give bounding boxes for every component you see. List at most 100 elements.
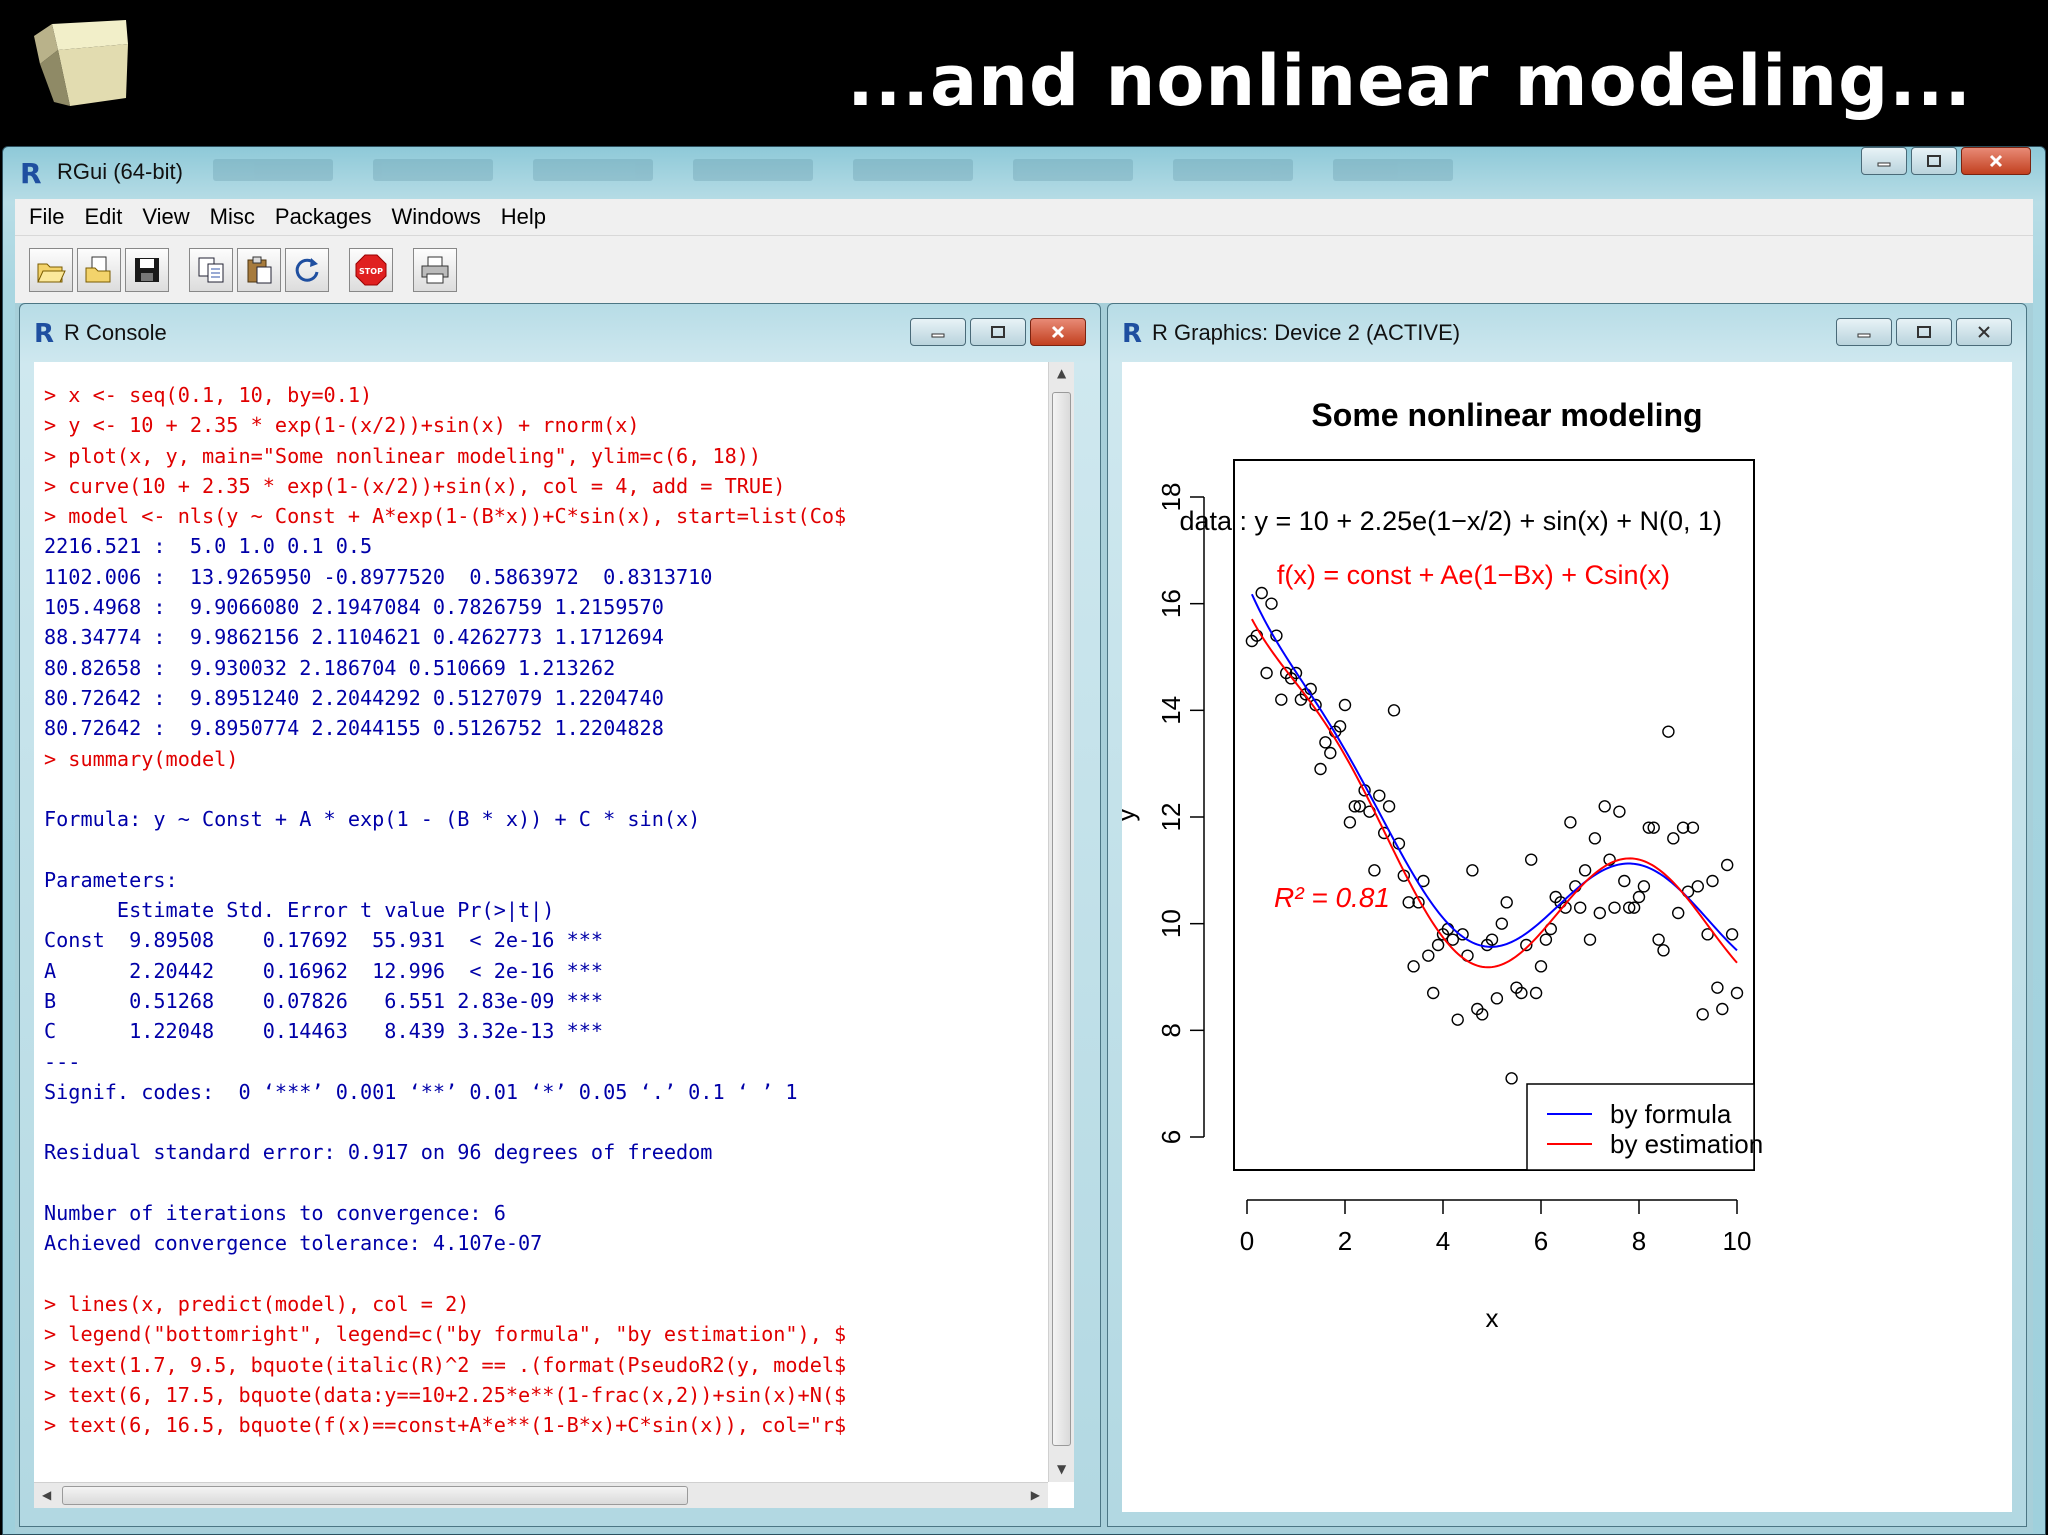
data-point bbox=[1343, 816, 1357, 829]
close-button[interactable] bbox=[1961, 147, 2031, 175]
paste-button[interactable] bbox=[237, 247, 281, 292]
close-icon bbox=[1051, 325, 1065, 339]
console-output-line: 80.82658 : 9.930032 2.186704 0.510669 1.… bbox=[44, 655, 616, 680]
r-logo-icon: R bbox=[1122, 319, 1142, 346]
svg-text:R: R bbox=[20, 157, 42, 187]
y-axis-label: y bbox=[1122, 809, 1140, 822]
window-controls bbox=[1861, 147, 2031, 175]
data-point bbox=[1691, 880, 1704, 893]
y-tick-label: 6 bbox=[1156, 1130, 1186, 1144]
console-horizontal-thumb[interactable] bbox=[62, 1486, 688, 1505]
series-line-by-estimation bbox=[1251, 618, 1738, 969]
svg-text:R: R bbox=[34, 319, 54, 346]
menu-misc[interactable]: Misc bbox=[210, 204, 255, 230]
data-point bbox=[1505, 1072, 1518, 1085]
data-point bbox=[1564, 816, 1577, 829]
data-point bbox=[1608, 901, 1621, 914]
data-point bbox=[1578, 864, 1592, 877]
scroll-down-icon[interactable]: ▼ bbox=[1057, 1462, 1066, 1476]
console-command-line: > legend("bottomright", legend=c("by for… bbox=[44, 1322, 847, 1347]
menu-file[interactable]: File bbox=[29, 204, 64, 230]
maximize-button[interactable] bbox=[1911, 147, 1957, 175]
y-tick-label: 10 bbox=[1156, 909, 1186, 938]
taskbar-ghost bbox=[213, 159, 1813, 185]
data-point bbox=[1265, 597, 1278, 610]
console-title-bar: R R Console bbox=[20, 304, 1100, 360]
menu-edit[interactable]: Edit bbox=[84, 204, 122, 230]
data-point bbox=[1275, 693, 1288, 706]
r-logo-icon: R bbox=[34, 319, 54, 346]
menu-help[interactable]: Help bbox=[501, 204, 546, 230]
minimize-icon bbox=[1857, 333, 1871, 338]
minimize-button[interactable] bbox=[1861, 147, 1907, 175]
console-output-line: Number of iterations to convergence: 6 bbox=[44, 1201, 519, 1226]
console-output-line: 80.72642 : 9.8950774 2.2044155 0.5126752… bbox=[44, 716, 664, 741]
rgui-window: R RGui (64-bit) File Edit View Misc Pack… bbox=[2, 146, 2046, 1535]
console-output-line: Formula: y ~ Const + A * exp(1 - (B * x)… bbox=[44, 807, 701, 832]
scroll-up-icon[interactable]: ▲ bbox=[1057, 366, 1066, 380]
console-horizontal-scrollbar[interactable]: ◀ ▶ bbox=[34, 1482, 1048, 1508]
graphics-device: Some nonlinear modeling 0 2 4 6 8 10 x 6 8 10 12 14 1… bbox=[1122, 362, 2012, 1512]
console-command-line: > curve(10 + 2.35 * exp(1-(x/2))+sin(x),… bbox=[44, 473, 786, 498]
open-script-button[interactable] bbox=[29, 247, 73, 292]
console-command-line: > y <- 10 + 2.35 * exp(1-(x/2))+sin(x) +… bbox=[44, 413, 640, 438]
data-point bbox=[1613, 805, 1626, 818]
load-workspace-icon bbox=[85, 256, 111, 282]
print-icon bbox=[421, 256, 449, 283]
graphics-minimize-button[interactable] bbox=[1836, 318, 1892, 346]
console-vertical-thumb[interactable] bbox=[1052, 392, 1071, 1446]
console-output-line: 1102.006 : 13.9265950 -0.8977520 0.58639… bbox=[44, 564, 713, 589]
console-maximize-button[interactable] bbox=[970, 318, 1026, 346]
menu-windows[interactable]: Windows bbox=[392, 204, 481, 230]
console-output-line: 105.4968 : 9.9066080 2.1947084 0.7826759… bbox=[44, 595, 664, 620]
refresh-button[interactable] bbox=[285, 247, 329, 292]
data-point bbox=[1725, 928, 1739, 941]
data-point bbox=[1368, 864, 1381, 877]
data-point bbox=[1716, 1002, 1729, 1016]
console-output-line: Const 9.89508 0.17692 55.931 < 2e-16 *** bbox=[44, 928, 604, 953]
data-point bbox=[1721, 858, 1734, 872]
copy-button[interactable] bbox=[189, 247, 233, 292]
menu-bar: File Edit View Misc Packages Windows Hel… bbox=[15, 199, 2033, 235]
print-button[interactable] bbox=[413, 247, 457, 292]
data-point bbox=[1490, 992, 1504, 1005]
y-tick-label: 8 bbox=[1156, 1023, 1186, 1037]
slide-header: ...and nonlinear modeling... bbox=[0, 0, 2048, 146]
chart-title: Some nonlinear modeling bbox=[1311, 397, 1702, 433]
console-vertical-scrollbar[interactable]: ▲ ▼ bbox=[1048, 362, 1074, 1482]
scroll-left-icon[interactable]: ◀ bbox=[42, 1488, 51, 1502]
data-point bbox=[1637, 880, 1651, 893]
y-tick-label: 16 bbox=[1156, 589, 1186, 618]
console-minimize-button[interactable] bbox=[910, 318, 966, 346]
graphics-maximize-button[interactable] bbox=[1896, 318, 1952, 346]
svg-text:R: R bbox=[1122, 319, 1142, 346]
restore-icon bbox=[991, 326, 1005, 338]
console-command-line: > text(6, 17.5, bquote(data:y==10+2.25*e… bbox=[44, 1382, 847, 1407]
console-output-line: Parameters: bbox=[44, 867, 178, 892]
data-point bbox=[1583, 933, 1597, 946]
load-workspace-button[interactable] bbox=[77, 247, 121, 292]
menu-packages[interactable]: Packages bbox=[275, 204, 372, 230]
console-command-line: > text(1.7, 9.5, bquote(italic(R)^2 == .… bbox=[44, 1352, 847, 1377]
graphics-title-bar: R R Graphics: Device 2 (ACTIVE) bbox=[1108, 304, 2026, 360]
data-point bbox=[1696, 1008, 1709, 1021]
save-button[interactable] bbox=[125, 247, 169, 292]
console-command-line: > text(6, 16.5, bquote(f(x)==const+A*e**… bbox=[44, 1413, 847, 1438]
scroll-right-icon[interactable]: ▶ bbox=[1031, 1488, 1040, 1502]
console-output[interactable]: > x <- seq(0.1, 10, by=0.1) > y <- 10 + 2… bbox=[34, 362, 1074, 1508]
stop-button[interactable]: STOP bbox=[349, 247, 393, 292]
data-point bbox=[1598, 800, 1611, 813]
console-command-line: > plot(x, y, main="Some nonlinear modeli… bbox=[44, 443, 762, 468]
console-output-line: Residual standard error: 0.917 on 96 deg… bbox=[44, 1140, 713, 1165]
console-close-button[interactable] bbox=[1030, 318, 1086, 346]
data-point bbox=[1338, 698, 1352, 712]
maximize-icon bbox=[1927, 155, 1941, 167]
refresh-icon bbox=[295, 257, 319, 282]
x-tick-label: 6 bbox=[1534, 1226, 1548, 1256]
data-point bbox=[1711, 981, 1724, 994]
menu-view[interactable]: View bbox=[142, 204, 189, 230]
graphics-close-button[interactable] bbox=[1956, 318, 2012, 346]
